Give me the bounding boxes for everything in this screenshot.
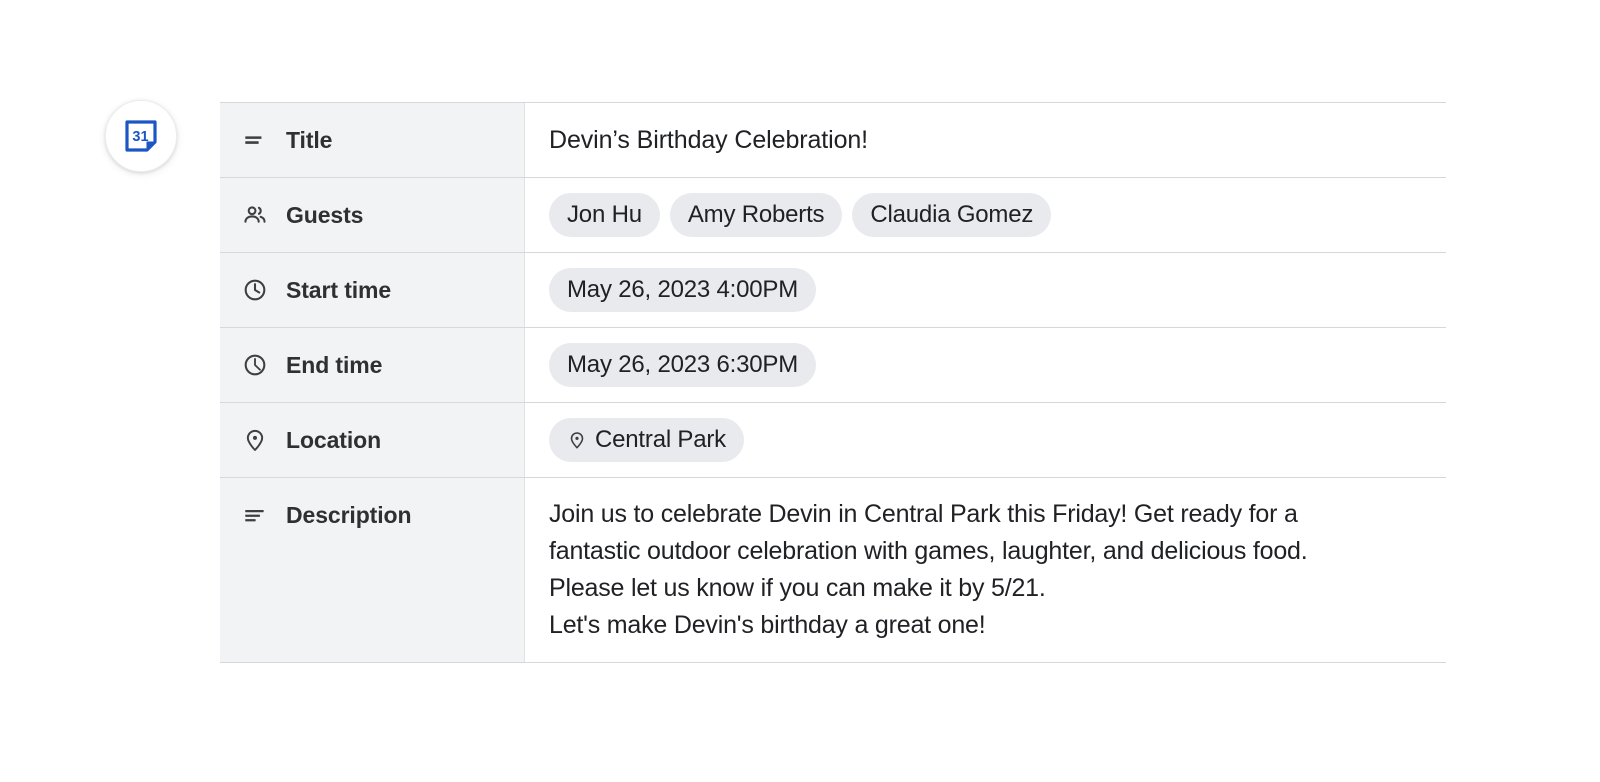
description-paragraph: Join us to celebrate Devin in Central Pa… xyxy=(549,500,1308,602)
table-row-title: Title Devin’s Birthday Celebration! xyxy=(220,103,1446,178)
location-chip-list: Central Park xyxy=(549,417,744,463)
row-label-text: Description xyxy=(286,501,412,528)
guest-chip[interactable]: Claudia Gomez xyxy=(852,192,1052,238)
event-title-value: Devin’s Birthday Celebration! xyxy=(549,125,869,154)
row-label-cell: Guests xyxy=(220,178,525,252)
row-value-cell[interactable]: May 26, 2023 4:00PM xyxy=(525,253,1446,327)
event-details-table: Title Devin’s Birthday Celebration! Gues… xyxy=(220,102,1446,663)
row-value-cell[interactable]: Devin’s Birthday Celebration! xyxy=(525,103,1446,177)
table-row-description: Description Join us to celebrate Devin i… xyxy=(220,478,1446,662)
google-calendar-icon: 31 xyxy=(123,118,159,154)
row-value-cell[interactable]: May 26, 2023 6:30PM xyxy=(525,328,1446,402)
description-text: Join us to celebrate Devin in Central Pa… xyxy=(549,496,1384,644)
row-label-text: Guests xyxy=(286,201,364,228)
location-chip[interactable]: Central Park xyxy=(549,417,744,463)
people-icon xyxy=(242,202,286,228)
notes-icon xyxy=(242,502,286,528)
clock-end-icon xyxy=(242,352,286,378)
location-chip-label: Central Park xyxy=(595,425,726,453)
description-paragraph: Let's make Devin's birthday a great one! xyxy=(549,611,986,639)
guest-chip[interactable]: Jon Hu xyxy=(549,192,660,238)
map-pin-icon xyxy=(567,430,587,450)
table-row-location: Location Central Park xyxy=(220,403,1446,478)
title-lines-icon xyxy=(242,127,286,153)
row-label-text: End time xyxy=(286,351,383,378)
table-row-guests: Guests Jon Hu Amy Roberts Claudia Gomez xyxy=(220,178,1446,253)
row-label-cell: Description xyxy=(220,478,525,662)
start-time-chip[interactable]: May 26, 2023 4:00PM xyxy=(549,267,817,313)
row-label-text: Title xyxy=(286,126,333,153)
row-label-text: Start time xyxy=(286,276,392,303)
map-pin-icon xyxy=(242,427,286,453)
row-value-cell[interactable]: Join us to celebrate Devin in Central Pa… xyxy=(525,478,1446,662)
row-label-cell: End time xyxy=(220,328,525,402)
clock-icon xyxy=(242,277,286,303)
end-time-chip-list: May 26, 2023 6:30PM xyxy=(549,342,817,388)
start-time-chip-list: May 26, 2023 4:00PM xyxy=(549,267,817,313)
row-value-cell[interactable]: Central Park xyxy=(525,403,1446,477)
end-time-chip[interactable]: May 26, 2023 6:30PM xyxy=(549,342,817,388)
table-row-start-time: Start time May 26, 2023 4:00PM xyxy=(220,253,1446,328)
guest-chip-list: Jon Hu Amy Roberts Claudia Gomez xyxy=(549,192,1052,238)
row-label-text: Location xyxy=(286,426,382,453)
table-row-end-time: End time May 26, 2023 6:30PM xyxy=(220,328,1446,403)
row-value-cell[interactable]: Jon Hu Amy Roberts Claudia Gomez xyxy=(525,178,1446,252)
calendar-day-number: 31 xyxy=(132,129,148,145)
row-label-cell: Start time xyxy=(220,253,525,327)
google-calendar-badge: 31 xyxy=(105,100,177,172)
row-label-cell: Location xyxy=(220,403,525,477)
row-label-cell: Title xyxy=(220,103,525,177)
guest-chip[interactable]: Amy Roberts xyxy=(669,192,843,238)
